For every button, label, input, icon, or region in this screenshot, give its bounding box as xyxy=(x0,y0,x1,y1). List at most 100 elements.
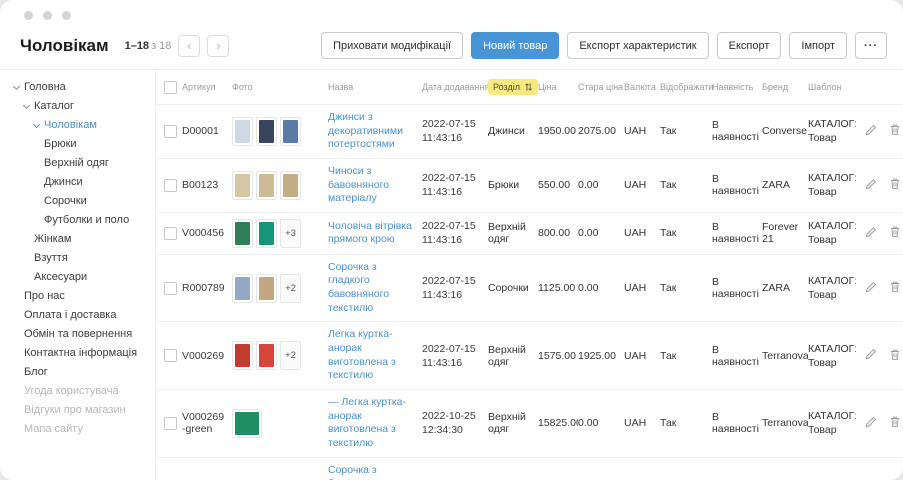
more-photos-badge[interactable]: +3 xyxy=(280,219,301,248)
photo-thumbnails[interactable] xyxy=(232,409,322,438)
edit-icon[interactable] xyxy=(865,178,877,193)
edit-icon[interactable] xyxy=(865,348,877,363)
sidebar-item-men-jeans[interactable]: Джинси xyxy=(8,173,155,192)
row-checkbox[interactable] xyxy=(164,227,177,240)
delete-icon[interactable] xyxy=(889,415,901,431)
delete-icon[interactable] xyxy=(889,177,901,193)
column-header-currency[interactable]: Валюта xyxy=(624,70,660,105)
sidebar-item-payment-delivery[interactable]: Оплата і доставка xyxy=(8,306,155,325)
sidebar-item-store-reviews[interactable]: Відгуки про магазин xyxy=(8,401,155,420)
pagination-prev-button[interactable]: ‹ xyxy=(178,35,200,57)
window-dot-2[interactable] xyxy=(43,11,52,20)
sidebar-item-men-pants[interactable]: Брюки xyxy=(8,135,155,154)
product-name-link[interactable]: Сорочка з бавовняного матеріалу притален… xyxy=(328,464,416,480)
sidebar-item-home[interactable]: Головна xyxy=(8,78,155,97)
column-header-template[interactable]: Шаблон xyxy=(808,70,856,105)
delete-icon[interactable] xyxy=(889,225,901,241)
column-header-price[interactable]: Ціна xyxy=(538,70,578,105)
row-checkbox[interactable] xyxy=(164,282,177,295)
import-button[interactable]: Імпорт xyxy=(789,32,847,59)
column-header-availability[interactable]: Наявність xyxy=(712,70,762,105)
pagination-next-button[interactable]: › xyxy=(207,35,229,57)
select-all-checkbox[interactable] xyxy=(164,81,177,94)
product-name-link[interactable]: — Легка куртка-анорак виготовлена з текс… xyxy=(328,396,416,451)
sidebar-item-user-agreement[interactable]: Угода користувача xyxy=(8,382,155,401)
sidebar-item-label: Мапа сайту xyxy=(24,420,83,439)
sidebar-item-men-outerwear[interactable]: Верхній одяг xyxy=(8,154,155,173)
window-dot-3[interactable] xyxy=(62,11,71,20)
table-row[interactable]: D00001 Джинси з декоративними потертостя… xyxy=(156,105,903,159)
article-cell: R000789 xyxy=(182,254,232,322)
more-photos-badge[interactable]: +2 xyxy=(280,274,301,303)
sidebar-item-shoes[interactable]: Взуття xyxy=(8,249,155,268)
sidebar-item-accessories[interactable]: Аксесуари xyxy=(8,268,155,287)
window-dot-1[interactable] xyxy=(24,11,33,20)
export-characteristics-button[interactable]: Експорт характеристик xyxy=(567,32,708,59)
row-checkbox[interactable] xyxy=(164,349,177,362)
delete-icon[interactable] xyxy=(889,280,901,296)
photo-thumbnails[interactable]: +2 xyxy=(232,274,322,303)
column-header-photo[interactable]: Фото xyxy=(232,70,328,105)
table-row[interactable]: V000456 +3 Чоловіча вітрівка прямого кро… xyxy=(156,212,903,254)
column-header-article[interactable]: Артикул xyxy=(182,70,232,105)
delete-icon[interactable] xyxy=(889,123,901,139)
table-row[interactable]: V000269 +2 Легка куртка-анорак виготовле… xyxy=(156,322,903,390)
column-header-display[interactable]: Відображати xyxy=(660,70,712,105)
product-photo xyxy=(256,219,277,248)
row-checkbox[interactable] xyxy=(164,125,177,138)
more-photos-badge[interactable]: +2 xyxy=(280,341,301,370)
edit-icon[interactable] xyxy=(865,226,877,241)
sidebar-item-label: Джинси xyxy=(44,173,83,192)
product-photo xyxy=(256,341,277,370)
more-button[interactable]: ··· xyxy=(855,32,887,59)
product-name-link[interactable]: Джинси з декоративними потертостями xyxy=(328,111,416,152)
new-product-button[interactable]: Новий товар xyxy=(471,32,559,59)
date-added-cell: 2022-07-15 11:43:16 xyxy=(422,105,488,159)
page-title: Чоловікам xyxy=(20,36,109,56)
time-value: 11:43:16 xyxy=(422,233,482,247)
sidebar-item-catalog[interactable]: Каталог xyxy=(8,97,155,116)
sidebar-nav: ГоловнаКаталогЧоловікамБрюкиВерхній одяг… xyxy=(0,70,155,480)
column-header-section[interactable]: Розділ xyxy=(488,70,538,105)
date-value: 2022-07-15 xyxy=(422,117,482,131)
column-header-brand[interactable]: Бренд xyxy=(762,70,808,105)
sidebar-item-men-shirts[interactable]: Сорочки xyxy=(8,192,155,211)
table-row[interactable]: V000269-green — Легка куртка-анорак виго… xyxy=(156,389,903,457)
photo-thumbnails[interactable]: +2 xyxy=(232,341,322,370)
sidebar-item-blog[interactable]: Блог xyxy=(8,363,155,382)
column-header-date[interactable]: Дата додавання xyxy=(422,70,488,105)
product-name-link[interactable]: Чоловіча вітрівка прямого крою xyxy=(328,220,416,247)
delete-icon[interactable] xyxy=(889,348,901,364)
sidebar-item-contact-info[interactable]: Контактна інформація xyxy=(8,344,155,363)
product-name-link[interactable]: Чиноси з бавовняного матеріалу xyxy=(328,165,416,206)
sidebar-item-women[interactable]: Жінкам xyxy=(8,230,155,249)
edit-icon[interactable] xyxy=(865,281,877,296)
sidebar-item-men-tshirts-polo[interactable]: Футболки и поло xyxy=(8,211,155,230)
row-checkbox[interactable] xyxy=(164,417,177,430)
sidebar-item-about-us[interactable]: Про нас xyxy=(8,287,155,306)
table-row[interactable]: R000879 +2 Сорочка з бавовняного матеріа… xyxy=(156,457,903,480)
edit-icon[interactable] xyxy=(865,124,877,139)
date-value: 2022-07-15 xyxy=(422,274,482,288)
column-header-old_price[interactable]: Стара ціна xyxy=(578,70,624,105)
product-name-link[interactable]: Сорочка з гладкого бавовняного текстилю xyxy=(328,261,416,316)
table-row[interactable]: B00123 Чиноси з бавовняного матеріалу 20… xyxy=(156,158,903,212)
photo-thumbnails[interactable]: +3 xyxy=(232,219,322,248)
old-price-cell: 2075.00 xyxy=(578,105,624,159)
photo-thumbnails[interactable] xyxy=(232,117,322,146)
row-actions xyxy=(856,322,903,390)
column-header-name[interactable]: Назва xyxy=(328,70,422,105)
template-value: Товар xyxy=(808,131,850,145)
row-checkbox[interactable] xyxy=(164,179,177,192)
export-button[interactable]: Експорт xyxy=(717,32,782,59)
edit-icon[interactable] xyxy=(865,416,877,431)
date-added-cell: 2022-07-15 11:43:16 xyxy=(422,158,488,212)
table-row[interactable]: R000789 +2 Сорочка з гладкого бавовняног… xyxy=(156,254,903,322)
photo-thumbnails[interactable] xyxy=(232,171,322,200)
hide-modifications-button[interactable]: Приховати модифікації xyxy=(321,32,463,59)
sorted-column-chip: Розділ xyxy=(488,79,538,95)
sidebar-item-exchange-return[interactable]: Обмін та повернення xyxy=(8,325,155,344)
product-name-link[interactable]: Легка куртка-анорак виготовлена з тексти… xyxy=(328,328,416,383)
sidebar-item-men[interactable]: Чоловікам xyxy=(8,116,155,135)
sidebar-item-sitemap[interactable]: Мапа сайту xyxy=(8,420,155,439)
